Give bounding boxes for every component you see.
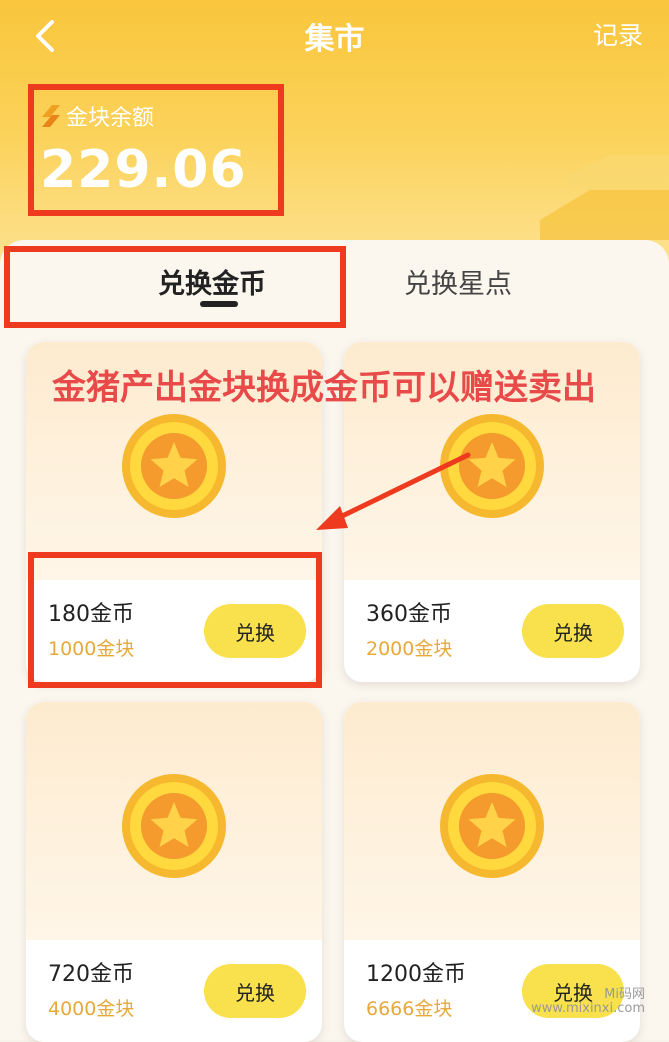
- balance-label: 金块余额: [40, 100, 154, 132]
- card-gold-cost: 2000金块: [366, 638, 453, 660]
- card-gold-cost: 4000金块: [48, 998, 135, 1020]
- annotation-text: 金猪产出金块换成金币可以赠送卖出: [52, 368, 596, 408]
- page-title: 集市: [304, 22, 365, 57]
- gold-coin-star-icon: [122, 414, 226, 518]
- watermark-line1: Mi码网: [604, 987, 645, 1002]
- gold-coin-star-icon: [440, 774, 544, 878]
- exchange-button[interactable]: 兑换: [204, 964, 306, 1018]
- balance-value: 229.06: [40, 140, 247, 200]
- records-link[interactable]: 记录: [593, 16, 643, 52]
- gold-ingot-icon: [42, 105, 60, 127]
- gold-bar-decoration: [540, 155, 669, 240]
- card-coin-amount: 1200金币: [366, 962, 466, 987]
- active-tab-indicator: [200, 301, 238, 307]
- coin-package-card-3[interactable]: 720金币 4000金块 兑换: [26, 702, 322, 1042]
- tab-exchange-stars[interactable]: 兑换星点: [404, 262, 512, 301]
- card-highlight-box: [28, 552, 322, 688]
- balance-label-text: 金块余额: [66, 106, 155, 131]
- exchange-button[interactable]: 兑换: [522, 604, 624, 658]
- card-coin-amount: 360金币: [366, 602, 452, 627]
- card-coin-amount: 720金币: [48, 962, 134, 987]
- watermark-line2: www.mixinxi.com: [531, 1001, 645, 1016]
- card-gold-cost: 6666金块: [366, 998, 453, 1020]
- tab-exchange-coins[interactable]: 兑换金币: [158, 262, 266, 301]
- gold-coin-star-icon: [122, 774, 226, 878]
- gold-coin-star-icon: [440, 414, 544, 518]
- watermark: Mi码网 www.mixinxi.com: [531, 988, 645, 1016]
